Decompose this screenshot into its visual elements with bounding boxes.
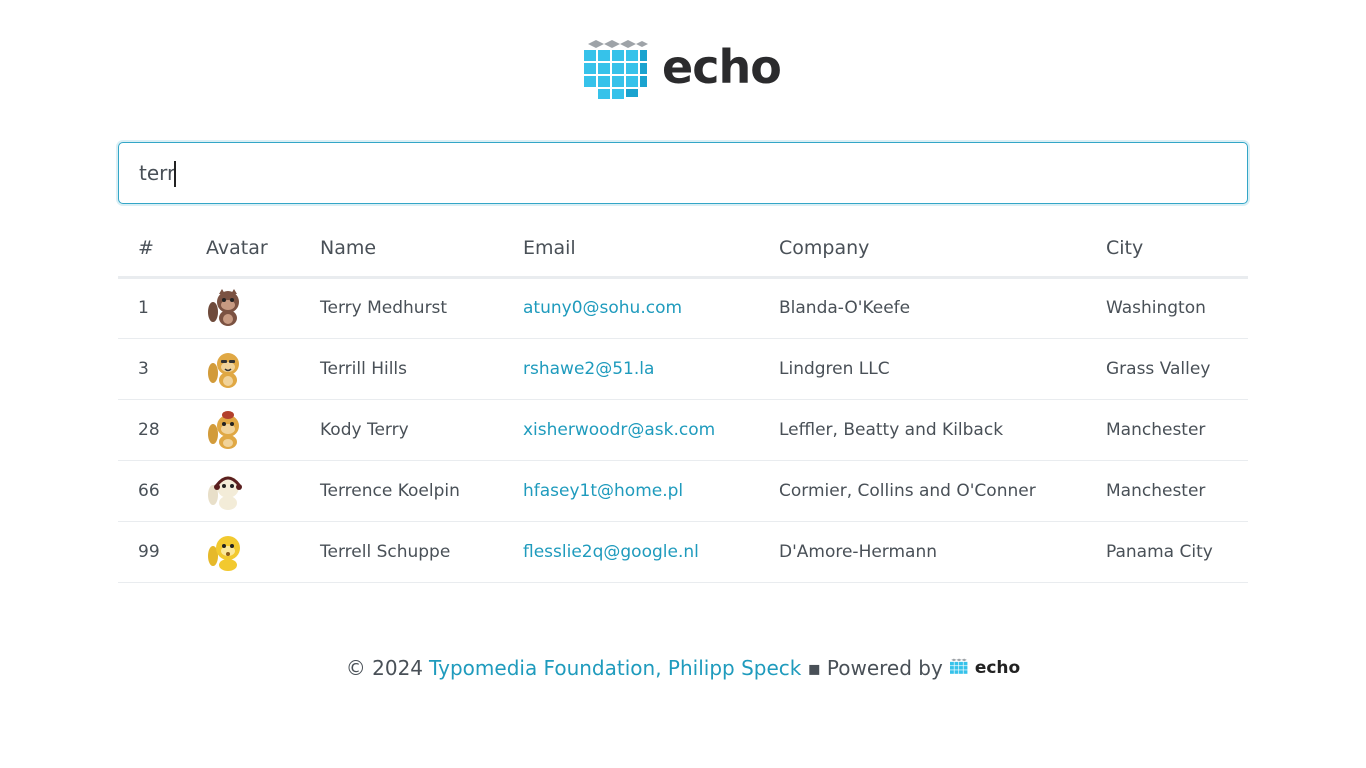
email-link[interactable]: hfasey1t@home.pl xyxy=(523,481,683,501)
separator: ▪ xyxy=(807,656,821,680)
column-header-email[interactable]: Email xyxy=(503,220,759,279)
cell-email: flesslie2q@google.nl xyxy=(503,521,759,583)
avatar-monkey-orange-icon xyxy=(208,352,239,388)
cell-city: Panama City xyxy=(1086,521,1248,583)
column-header-city[interactable]: City xyxy=(1086,220,1248,279)
cell-email: rshawe2@51.la xyxy=(503,338,759,400)
cell-city: Washington xyxy=(1086,277,1248,339)
cell-number: 3 xyxy=(118,338,186,400)
cell-name: Terry Medhurst xyxy=(300,277,503,339)
table-row: 1 Terry Medhurst atuny0@sohu.com Blanda-… xyxy=(118,277,1248,339)
table-header-row: # Avatar Name Email Company City xyxy=(118,220,1248,279)
cell-company: D'Amore-Hermann xyxy=(759,521,1086,583)
cell-number: 66 xyxy=(118,460,186,522)
footer-echo-logo[interactable]: echo xyxy=(949,658,1020,678)
cell-city: Manchester xyxy=(1086,460,1248,522)
cube-grid-logo-icon xyxy=(949,658,968,674)
powered-by-text: Powered by xyxy=(826,656,943,680)
email-link[interactable]: atuny0@sohu.com xyxy=(523,298,682,318)
cell-email: hfasey1t@home.pl xyxy=(503,460,759,522)
column-header-avatar[interactable]: Avatar xyxy=(186,220,300,279)
cell-email: atuny0@sohu.com xyxy=(503,277,759,339)
cell-number: 28 xyxy=(118,399,186,461)
cell-number: 99 xyxy=(118,521,186,583)
table-row: 66 Terrence Koelpin hfasey1t@home.pl Cor… xyxy=(118,460,1248,522)
page: echo # Avatar Name Email Company City 1 xyxy=(0,0,1366,768)
cell-company: Leffler, Beatty and Kilback xyxy=(759,399,1086,461)
avatar-monkey-yellow-icon xyxy=(208,535,240,571)
email-link[interactable]: xisherwoodr@ask.com xyxy=(523,420,715,440)
copyright-text: © 2024 xyxy=(345,656,424,680)
email-link[interactable]: flesslie2q@google.nl xyxy=(523,542,699,562)
table-row: 99 Terrell Schuppe flesslie2q@google.nl … xyxy=(118,521,1248,583)
cell-avatar xyxy=(186,460,300,522)
cell-avatar xyxy=(186,399,300,461)
footer: © 2024 Typomedia Foundation, Philipp Spe… xyxy=(0,656,1366,680)
cell-name: Kody Terry xyxy=(300,399,503,461)
cell-company: Blanda-O'Keefe xyxy=(759,277,1086,339)
cube-grid-logo-icon xyxy=(582,38,648,100)
brand-name: echo xyxy=(662,40,782,94)
cell-company: Cormier, Collins and O'Conner xyxy=(759,460,1086,522)
cell-name: Terrill Hills xyxy=(300,338,503,400)
users-table: # Avatar Name Email Company City 1 Terry… xyxy=(118,220,1248,583)
cell-email: xisherwoodr@ask.com xyxy=(503,399,759,461)
avatar-monkey-orange-hat-icon xyxy=(208,410,239,449)
brand-logo[interactable]: echo xyxy=(582,38,782,100)
column-header-number[interactable]: # xyxy=(118,220,186,279)
footer-brand-name: echo xyxy=(974,658,1021,678)
text-caret xyxy=(174,161,176,187)
email-link[interactable]: rshawe2@51.la xyxy=(523,359,654,379)
cell-avatar xyxy=(186,338,300,400)
table-row: 3 Terrill Hills rshawe2@51.la Lindgren L… xyxy=(118,338,1248,400)
avatar-monkey-white-headphones-icon xyxy=(208,475,242,510)
cell-avatar xyxy=(186,521,300,583)
cell-avatar xyxy=(186,277,300,339)
search-input[interactable] xyxy=(118,142,1248,204)
cell-company: Lindgren LLC xyxy=(759,338,1086,400)
table-row: 28 Kody Terry xisherwoodr@ask.com Leffle… xyxy=(118,399,1248,461)
column-header-company[interactable]: Company xyxy=(759,220,1086,279)
cell-city: Grass Valley xyxy=(1086,338,1248,400)
cell-name: Terrell Schuppe xyxy=(300,521,503,583)
cell-city: Manchester xyxy=(1086,399,1248,461)
typomedia-link[interactable]: Typomedia Foundation, Philipp Speck xyxy=(429,656,801,680)
avatar-monkey-brown-icon xyxy=(208,289,239,326)
cell-name: Terrence Koelpin xyxy=(300,460,503,522)
search-field-wrapper xyxy=(118,142,1248,204)
cell-number: 1 xyxy=(118,277,186,339)
column-header-name[interactable]: Name xyxy=(300,220,503,279)
